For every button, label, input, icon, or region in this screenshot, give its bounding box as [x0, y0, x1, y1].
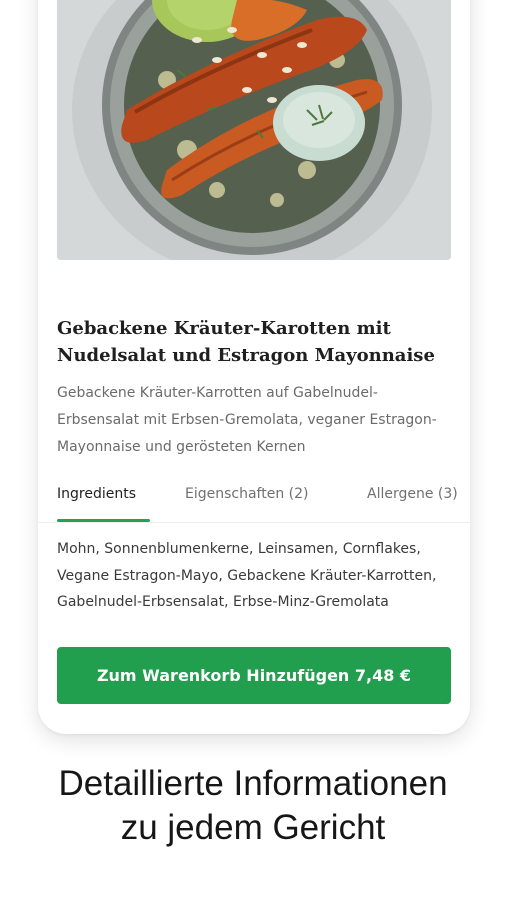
- promo-headline-line1: Detaillierte Informationen: [58, 764, 448, 803]
- tabs-divider: [38, 522, 470, 523]
- ingredients-list: Mohn, Sonnenblumenkerne, Leinsamen, Corn…: [57, 541, 437, 610]
- food-bowl-photo: [57, 0, 451, 260]
- tab-ingredients[interactable]: Ingredients: [57, 486, 136, 502]
- promo-headline-line2: zu jedem Gericht: [120, 808, 386, 847]
- dish-title: Gebackene Kräuter-Karotten mit Nudelsala…: [57, 318, 435, 366]
- phone-card: Gebackene Kräuter-Karotten mit Nudelsala…: [38, 0, 470, 734]
- dish-image: [57, 0, 451, 260]
- tab-allergene[interactable]: Allergene (3): [367, 486, 458, 502]
- tab-eigenschaften[interactable]: Eigenschaften (2): [185, 486, 309, 502]
- detail-tabs: Ingredients Eigenschaften (2) Allergene …: [57, 476, 470, 522]
- add-to-cart-button[interactable]: Zum Warenkorb Hinzufügen 7,48 €: [57, 647, 451, 704]
- promo-headline: Detaillierte Informationen zu jedem Geri…: [0, 762, 506, 850]
- dish-description: Gebackene Kräuter-Karrotten auf Gabelnud…: [57, 385, 437, 455]
